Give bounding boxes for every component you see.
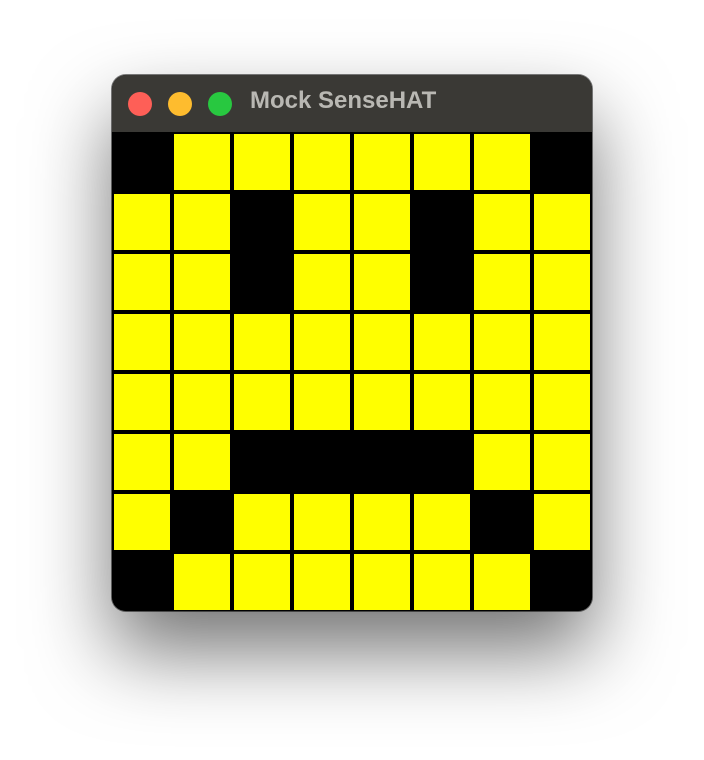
- led-pixel: [414, 134, 470, 190]
- led-pixel: [174, 374, 230, 430]
- led-pixel: [534, 374, 590, 430]
- led-pixel: [234, 494, 290, 550]
- led-pixel: [114, 374, 170, 430]
- led-pixel: [354, 194, 410, 250]
- led-pixel: [234, 374, 290, 430]
- led-pixel: [534, 194, 590, 250]
- led-pixel: [234, 554, 290, 610]
- sensehat-window: Mock SenseHAT: [112, 75, 592, 611]
- led-pixel: [174, 554, 230, 610]
- led-pixel: [474, 434, 530, 490]
- led-pixel: [294, 254, 350, 310]
- led-pixel: [534, 554, 590, 610]
- led-pixel: [474, 254, 530, 310]
- led-matrix: [112, 132, 592, 611]
- led-pixel: [414, 494, 470, 550]
- led-pixel: [234, 134, 290, 190]
- led-pixel: [114, 314, 170, 370]
- led-pixel: [294, 494, 350, 550]
- close-button[interactable]: [128, 92, 152, 116]
- led-pixel: [174, 434, 230, 490]
- window-title: Mock SenseHAT: [250, 87, 437, 114]
- led-pixel: [234, 194, 290, 250]
- led-pixel: [114, 254, 170, 310]
- led-pixel: [534, 254, 590, 310]
- led-pixel: [534, 434, 590, 490]
- led-pixel: [354, 314, 410, 370]
- led-pixel: [414, 374, 470, 430]
- led-pixel: [474, 494, 530, 550]
- led-pixel: [294, 314, 350, 370]
- led-pixel: [354, 134, 410, 190]
- led-pixel: [354, 374, 410, 430]
- led-pixel: [294, 194, 350, 250]
- led-pixel: [114, 194, 170, 250]
- led-pixel: [474, 314, 530, 370]
- led-pixel: [114, 494, 170, 550]
- led-pixel: [414, 434, 470, 490]
- led-pixel: [474, 554, 530, 610]
- led-pixel: [174, 314, 230, 370]
- led-pixel: [174, 254, 230, 310]
- led-pixel: [414, 194, 470, 250]
- led-pixel: [294, 434, 350, 490]
- led-pixel: [474, 194, 530, 250]
- led-pixel: [234, 254, 290, 310]
- zoom-button[interactable]: [208, 92, 232, 116]
- led-pixel: [174, 194, 230, 250]
- led-pixel: [294, 134, 350, 190]
- led-pixel: [354, 434, 410, 490]
- title-bar[interactable]: Mock SenseHAT: [112, 75, 592, 132]
- led-pixel: [114, 434, 170, 490]
- led-pixel: [114, 134, 170, 190]
- led-pixel: [534, 314, 590, 370]
- led-pixel: [294, 554, 350, 610]
- led-pixel: [414, 314, 470, 370]
- led-pixel: [474, 374, 530, 430]
- led-pixel: [474, 134, 530, 190]
- led-pixel: [354, 254, 410, 310]
- led-pixel: [294, 374, 350, 430]
- led-pixel: [174, 134, 230, 190]
- led-pixel: [354, 554, 410, 610]
- led-pixel: [114, 554, 170, 610]
- led-pixel: [414, 554, 470, 610]
- led-pixel: [534, 134, 590, 190]
- minimize-button[interactable]: [168, 92, 192, 116]
- led-pixel: [414, 254, 470, 310]
- led-pixel: [234, 314, 290, 370]
- led-pixel: [354, 494, 410, 550]
- led-pixel: [534, 494, 590, 550]
- led-pixel: [234, 434, 290, 490]
- led-pixel: [174, 494, 230, 550]
